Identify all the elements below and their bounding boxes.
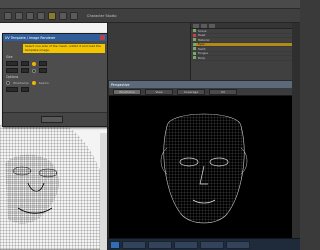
object-icon — [193, 33, 196, 37]
tab-wireframe[interactable]: Wireframe — [113, 88, 141, 95]
line-width-field[interactable] — [6, 87, 18, 92]
viewport-wireframe-head[interactable] — [109, 96, 299, 236]
viewport-title: Perspective — [111, 82, 130, 87]
close-icon[interactable] — [100, 35, 105, 40]
size-row-1 — [6, 61, 104, 66]
dialog-footer — [3, 112, 107, 126]
size-row-2 — [6, 68, 104, 73]
color-field[interactable] — [21, 87, 29, 92]
wireframe-label: Wireframe — [13, 81, 29, 85]
object-icon — [193, 51, 196, 55]
taskbar-item[interactable] — [200, 240, 224, 249]
size-radio-1[interactable] — [32, 61, 36, 66]
size-section-label: Size — [6, 55, 13, 59]
tab-view[interactable]: View — [145, 88, 173, 95]
start-button[interactable] — [110, 240, 120, 249]
uv-template-dialog: UV Template / Image Renderer Select one … — [2, 33, 108, 127]
outliner-filter-icon[interactable] — [193, 24, 199, 28]
width-field[interactable] — [6, 61, 18, 66]
object-icon — [193, 47, 196, 51]
object-icon — [193, 29, 196, 33]
scene-outliner: Scene Head Material Eyes Teeth Tongue Bo… — [190, 23, 300, 80]
seams-radio[interactable] — [31, 81, 36, 85]
tab-uv[interactable]: UV — [209, 88, 237, 95]
taskbar — [108, 238, 300, 250]
tab-coverage[interactable]: Coverage — [177, 88, 205, 95]
outliner-search-icon[interactable] — [209, 24, 215, 28]
right-scrollbar[interactable] — [292, 23, 300, 250]
object-icon — [193, 38, 196, 42]
viewport-tabs: Wireframe View Coverage UV — [109, 88, 299, 96]
size-radio-2[interactable] — [32, 68, 36, 73]
scale-tool-icon[interactable] — [37, 11, 45, 20]
workspace-area — [108, 23, 190, 80]
menu-bar: ​ — [0, 0, 300, 9]
render-template-button[interactable] — [41, 116, 63, 123]
dialog-titlebar[interactable]: UV Template / Image Renderer — [3, 34, 107, 41]
dialog-title: UV Template / Image Renderer — [5, 35, 56, 40]
size-field-4[interactable] — [39, 68, 47, 73]
seams-label: Seams — [38, 81, 49, 85]
object-icon — [193, 42, 196, 46]
options-section-label: Options — [6, 75, 19, 79]
object-icon — [193, 56, 196, 60]
taskbar-item[interactable] — [226, 240, 250, 249]
options-row-2 — [6, 87, 104, 92]
viewport-window: Perspective Wireframe View Coverage UV — [108, 80, 300, 250]
viewport-titlebar[interactable]: Perspective — [109, 81, 299, 88]
dialog-notice: Select one side of the mesh, unfold it a… — [23, 44, 105, 53]
move-tool-icon[interactable] — [15, 11, 23, 20]
outliner-view-icon[interactable] — [201, 24, 207, 28]
taskbar-item[interactable] — [148, 240, 172, 249]
render-icon[interactable] — [59, 11, 67, 20]
taskbar-item[interactable] — [174, 240, 198, 249]
toolbar-label: Character Studio — [87, 13, 117, 18]
select-tool-icon[interactable] — [4, 11, 12, 20]
main-toolbar: Character Studio — [0, 9, 300, 23]
material-icon[interactable] — [70, 11, 78, 20]
wireframe-radio[interactable] — [6, 81, 10, 85]
size-field-3[interactable] — [39, 61, 47, 66]
outliner-row[interactable]: Body — [193, 56, 298, 61]
offset-x-field[interactable] — [6, 68, 18, 73]
taskbar-item[interactable] — [122, 240, 146, 249]
offset-y-field[interactable] — [21, 68, 29, 73]
snap-icon[interactable] — [48, 11, 56, 20]
rotate-tool-icon[interactable] — [26, 11, 34, 20]
options-row: Wireframe Seams — [6, 81, 104, 85]
height-field[interactable] — [21, 61, 29, 66]
